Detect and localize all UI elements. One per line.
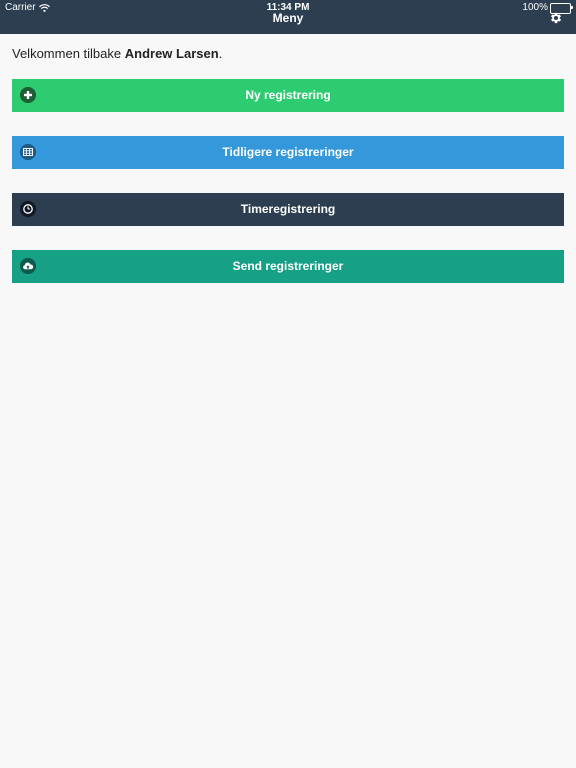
- welcome-suffix: .: [218, 46, 223, 61]
- new-registration-label: Ny registrering: [245, 88, 331, 102]
- gear-icon: [550, 12, 562, 24]
- send-registrations-label: Send registreringer: [232, 259, 344, 273]
- settings-button[interactable]: [549, 11, 563, 25]
- time-registration-label: Timeregistrering: [240, 202, 336, 216]
- navbar: Carrier 11:34 PM 100% Meny: [0, 0, 576, 34]
- user-name: Andrew Larsen: [124, 46, 219, 61]
- welcome-prefix: Velkommen tilbake: [12, 46, 125, 61]
- new-registration-button[interactable]: Ny registrering: [12, 79, 564, 112]
- previous-registrations-button[interactable]: Tidligere registreringer: [12, 136, 564, 169]
- page-title: Meny: [272, 11, 304, 25]
- time-registration-button[interactable]: Timeregistrering: [12, 193, 564, 226]
- send-registrations-button[interactable]: Send registreringer: [12, 250, 564, 283]
- previous-registrations-label: Tidligere registreringer: [222, 145, 354, 159]
- welcome-message: Velkommen tilbake Andrew Larsen.: [12, 46, 222, 62]
